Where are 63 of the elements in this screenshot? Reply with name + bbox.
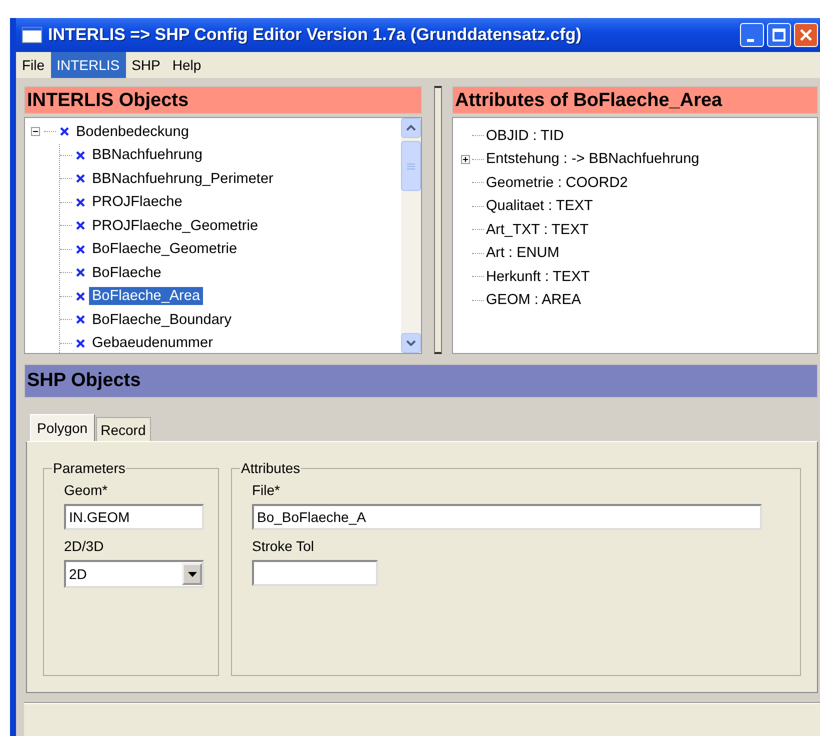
tree-item[interactable]: Entstehung : -> BBNachfuehrung	[486, 151, 700, 168]
dropdown-arrow-icon	[188, 572, 196, 576]
tree-item[interactable]: Bodenbedeckung	[73, 122, 192, 141]
tree-item[interactable]: BoFlaeche_Geometrie	[89, 240, 240, 258]
minimize-icon	[746, 38, 754, 42]
class-icon	[76, 338, 85, 348]
class-icon	[76, 174, 85, 184]
tree-item[interactable]: BoFlaeche	[89, 264, 164, 282]
scroll-down-button[interactable]	[401, 333, 421, 353]
field-label: Geom*	[64, 482, 108, 498]
class-icon	[76, 315, 85, 324]
tree-item[interactable]: PROJFlaeche_Geometrie	[89, 216, 262, 235]
expand-icon[interactable]	[461, 154, 470, 164]
close-icon	[799, 28, 813, 42]
tab[interactable]: Polygon	[30, 414, 95, 441]
geom-field[interactable]: IN.GEOM	[64, 504, 204, 530]
field-label: File*	[252, 482, 280, 498]
panel-header: Attributes of BoFlaeche_Area	[452, 86, 818, 114]
tree-item[interactable]: Qualitaet : TEXT	[486, 198, 593, 214]
tree-item[interactable]: Geometrie : COORD2	[486, 174, 628, 191]
group-title: Attributes	[240, 460, 302, 476]
tree-item[interactable]: OBJID : TID	[486, 128, 564, 144]
panel-header: INTERLIS Objects	[24, 86, 422, 114]
menu-item[interactable]: INTERLIS	[50, 52, 126, 78]
tree-item[interactable]: Art_TXT : TEXT	[486, 222, 589, 238]
tree-item[interactable]: BoFlaeche_Area	[89, 287, 204, 306]
maximize-icon	[772, 28, 786, 42]
dimension-dropdown[interactable]: 2D	[64, 560, 204, 588]
stroke-tolerance-field[interactable]	[252, 560, 378, 586]
scrollbar[interactable]	[401, 118, 421, 353]
scroll-thumb[interactable]	[401, 141, 421, 191]
tree-item[interactable]: BoFlaeche_Boundary	[89, 310, 234, 329]
class-icon	[76, 198, 85, 207]
collapse-icon[interactable]	[31, 127, 40, 136]
minimize-button[interactable]	[740, 23, 764, 47]
class-icon	[76, 221, 85, 230]
close-button[interactable]	[794, 23, 818, 47]
field-label: 2D/3D	[64, 538, 104, 554]
menu-item[interactable]: File	[16, 52, 51, 78]
class-icon	[76, 150, 85, 160]
tree-item[interactable]: BBNachfuehrung	[89, 146, 206, 164]
tree-item[interactable]: Gebaeudenummer	[89, 334, 216, 352]
field-label: Stroke Tol	[252, 538, 314, 554]
tree-item[interactable]: Herkunft : TEXT	[486, 268, 590, 285]
file-field[interactable]: Bo_BoFlaeche_A	[252, 504, 762, 530]
class-icon	[76, 244, 85, 254]
panel-header: SHP Objects	[24, 364, 818, 398]
menu-item[interactable]: SHP	[126, 52, 166, 78]
tree-item[interactable]: GEOM : AREA	[486, 292, 582, 308]
tab[interactable]: Record	[96, 417, 151, 441]
class-icon	[76, 292, 85, 301]
splitter[interactable]	[434, 86, 442, 354]
tree-item[interactable]: Art : ENUM	[486, 245, 560, 262]
menu-item[interactable]: Help	[166, 52, 208, 78]
scroll-up-button[interactable]	[401, 118, 421, 138]
maximize-button[interactable]	[767, 23, 791, 47]
tree-item[interactable]: PROJFlaeche	[89, 193, 186, 212]
tree-item[interactable]: BBNachfuehrung_Perimeter	[89, 170, 276, 188]
class-icon	[60, 127, 69, 136]
window-icon	[22, 27, 42, 43]
class-icon	[76, 268, 85, 278]
group-title: Parameters	[52, 460, 126, 476]
window-title: INTERLIS => SHP Config Editor Version 1.7a (Grunddatensatz.cfg)	[48, 25, 582, 45]
